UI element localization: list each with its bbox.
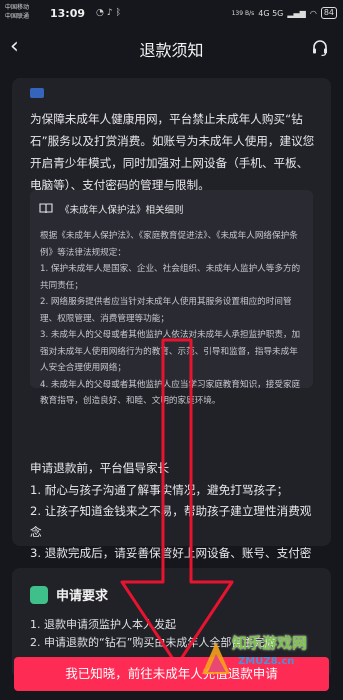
- status-time: 13:09: [50, 7, 86, 20]
- list-item: 1. 耐心与孩子沟通了解事实情况，避免打骂孩子；: [30, 483, 289, 497]
- status-right: 139 B/s 4G 5G ▂▄▆ ◠ 84: [232, 7, 337, 19]
- apply-heading: 申请退款前，平台倡导家长: [30, 461, 170, 475]
- document-icon: [30, 586, 48, 604]
- law-line: 根据《未成年人保护法》、《家庭教育促进法》、《未成年人网络保护条例》等法律法规规…: [40, 231, 298, 258]
- watermark-url: ZMUZ8.cn: [238, 656, 295, 667]
- carrier-1: 中国移动: [5, 4, 30, 11]
- mute-icon: ◔: [96, 8, 107, 18]
- requirements-title: 申请要求: [56, 589, 109, 604]
- nav-bar: ‹ 退款须知: [0, 28, 343, 68]
- notice-card: 为保障未成年人健康用网，平台禁止未成年人购买“钻石”服务以及打赏消费。如账号为未…: [12, 78, 331, 581]
- law-line: 3. 未成年人的父母或者其他监护人依法对未成年人承担监护职责，加强对未成年人使用…: [40, 330, 301, 373]
- watermark-text: 知乐游戏网: [232, 634, 308, 652]
- intro-text: 为保障未成年人健康用网，平台禁止未成年人购买“钻石”服务以及打赏消费。如账号为未…: [30, 112, 315, 192]
- headset-icon[interactable]: [311, 39, 329, 57]
- law-body: 根据《未成年人保护法》、《家庭教育促进法》、《未成年人网络保护条例》等法律法规规…: [40, 228, 306, 410]
- carrier-info: 中国移动 中国联通: [5, 3, 29, 21]
- bluetooth-icon: ᛒ: [115, 8, 125, 18]
- status-bar: 中国移动 中国联通 13:09 ◔♪ᛒ 139 B/s 4G 5G ▂▄▆ ◠ …: [0, 0, 343, 28]
- list-item: 2. 让孩子知道金钱来之不易，帮助孩子建立理性消费观念: [30, 504, 312, 539]
- law-box: 《未成年人保护法》相关细则 根据《未成年人保护法》、《家庭教育促进法》、《未成年…: [30, 190, 313, 406]
- net-speed: 139 B/s: [231, 9, 255, 17]
- signal-icon: ▂▄▆: [287, 8, 306, 18]
- battery-indicator: 84: [320, 7, 337, 19]
- law-title: 《未成年人保护法》相关细则: [60, 205, 184, 216]
- law-line: 1. 保护未成年人是国家、企业、社会组织、未成年人监护人等多方的共同责任；: [40, 264, 301, 291]
- carrier-2: 中国联通: [5, 13, 30, 20]
- notification-icons: ◔♪ᛒ: [96, 8, 124, 18]
- page-title: 退款须知: [139, 41, 204, 60]
- book-icon: [39, 203, 53, 214]
- wifi-icon: ◠: [309, 8, 317, 18]
- network-type: 4G 5G: [258, 8, 284, 18]
- law-line: 4. 未成年人的父母或者其他监护人应当学习家庭教育知识，接受家庭教育指导，创造良…: [40, 379, 301, 407]
- tiktok-icon: ♪: [106, 8, 116, 18]
- law-line: 2. 网络服务提供者应当针对未成年人使用其服务设置相应的时间管理、权限管理、消费…: [40, 297, 292, 324]
- shield-badge-icon: [30, 88, 44, 98]
